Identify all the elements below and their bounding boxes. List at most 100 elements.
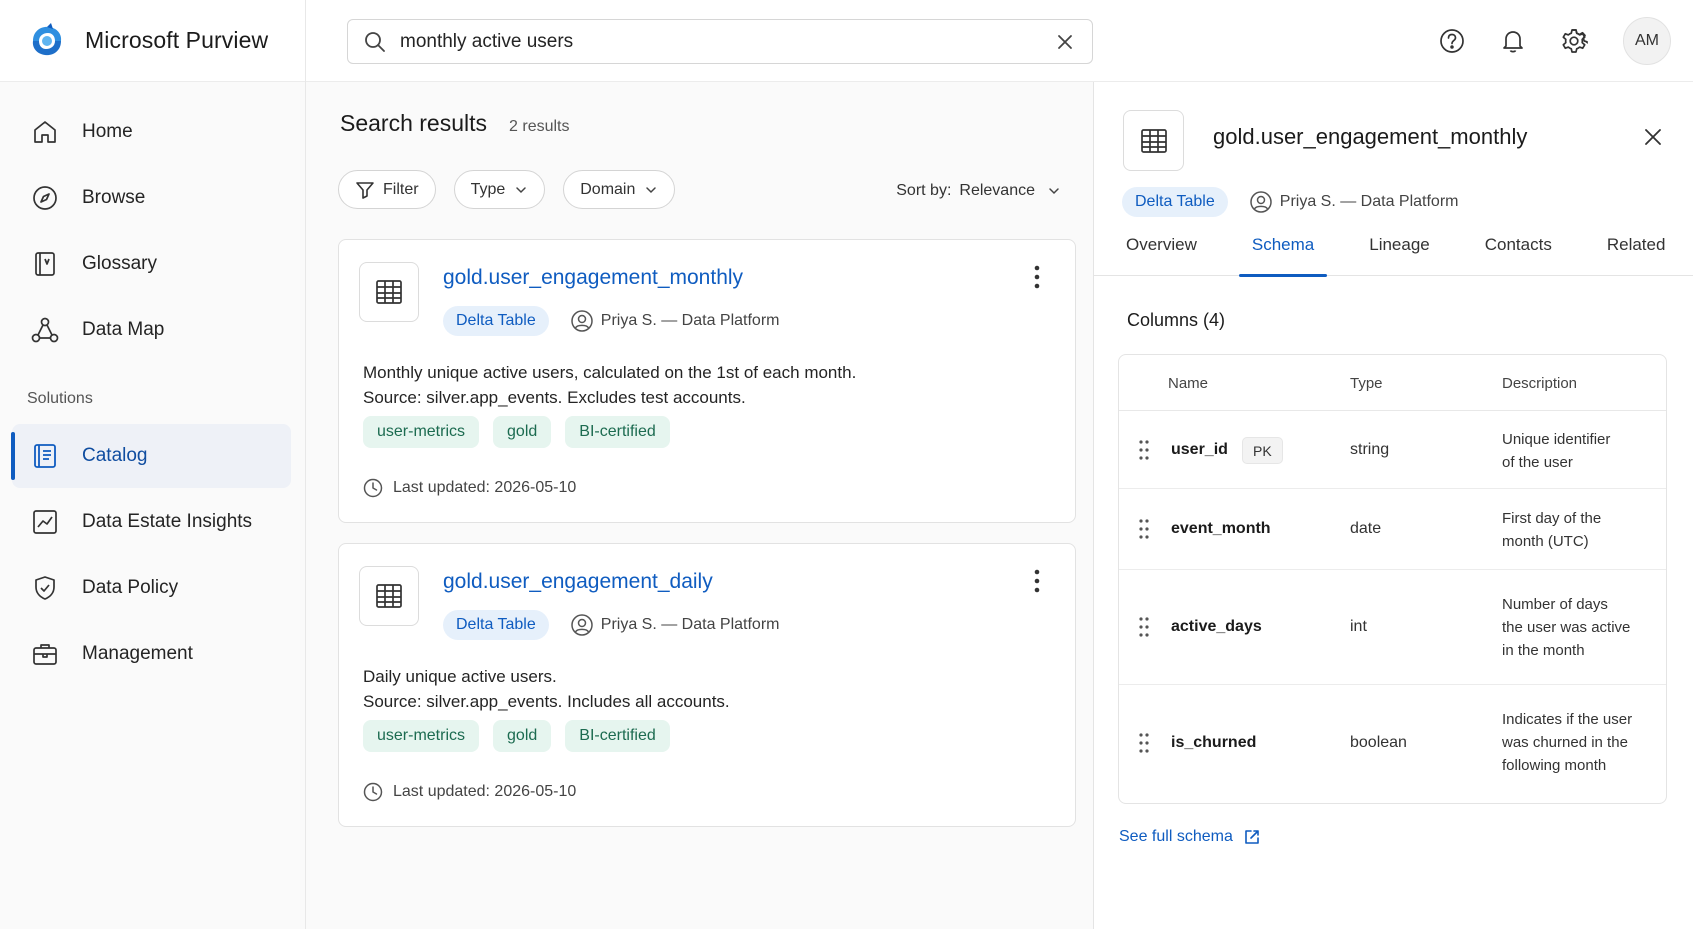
pk-badge: PK	[1242, 437, 1283, 464]
tag[interactable]: user-metrics	[363, 416, 480, 448]
tag[interactable]: gold	[493, 720, 552, 752]
sort-dropdown[interactable]: Sort by: Relevance	[896, 182, 1061, 200]
table-row[interactable]: active_days int Number of days the user …	[1119, 570, 1666, 685]
filter-bar: Filter Type Domain	[338, 170, 693, 209]
drag-handle-icon[interactable]	[1137, 439, 1151, 461]
drag-handle-icon[interactable]	[1137, 732, 1151, 754]
results-count: 2 results	[509, 118, 570, 135]
sidebar-item-data-policy[interactable]: Data Policy	[12, 556, 291, 620]
sidebar-item-management[interactable]: Management	[12, 622, 291, 686]
type-badge: Delta Table	[1122, 187, 1228, 217]
more-options-icon[interactable]	[1027, 566, 1047, 596]
description-line: was churned in the	[1502, 734, 1628, 751]
description-line: following month	[1502, 757, 1607, 774]
last-updated: Last updated: 2026-05-10	[363, 478, 576, 498]
details-panel: gold.user_engagement_monthly Delta Table…	[1093, 82, 1693, 929]
data-map-icon	[30, 315, 60, 345]
description-line: Indicates if the user	[1502, 711, 1633, 728]
description-line: Daily unique active users.	[363, 667, 557, 686]
column-name: user_id	[1171, 441, 1228, 458]
table-row[interactable]: event_month date First day of the month …	[1119, 489, 1666, 570]
person-icon	[1250, 191, 1272, 213]
column-description: First day of the month (UTC)	[1502, 507, 1652, 553]
owner-name: Priya S. — Data Platform	[600, 616, 780, 633]
tag[interactable]: user-metrics	[363, 720, 480, 752]
tab-related[interactable]: Related	[1594, 230, 1679, 276]
description-line: of the user	[1502, 454, 1573, 471]
sidebar-item-data-estate-insights[interactable]: Data Estate Insights	[12, 490, 291, 554]
search-input[interactable]	[400, 30, 1054, 53]
domain-dropdown[interactable]: Domain	[563, 170, 676, 209]
sidebar-item-data-map[interactable]: Data Map	[12, 298, 291, 362]
sidebar-item-label: Data Policy	[82, 577, 179, 598]
tab-overview[interactable]: Overview	[1113, 230, 1210, 276]
schema-table: Name Type Description user_id PK string …	[1118, 354, 1667, 804]
close-icon[interactable]	[1641, 125, 1665, 149]
domain-label: Domain	[580, 180, 636, 198]
description-line: Unique identifier	[1502, 431, 1611, 448]
nav-section-solutions: Solutions	[27, 390, 93, 407]
sort-label: Sort by:	[896, 182, 952, 199]
column-description: Unique identifier of the user	[1502, 428, 1652, 474]
tab-lineage[interactable]: Lineage	[1356, 230, 1443, 276]
description-line: the user was active	[1502, 619, 1631, 636]
description-line: Monthly unique active users, calculated …	[363, 363, 857, 382]
result-description: Daily unique active users. Source: silve…	[363, 664, 730, 714]
tag[interactable]: gold	[493, 416, 552, 448]
column-type: boolean	[1350, 734, 1407, 751]
clear-search-icon[interactable]	[1054, 31, 1076, 53]
sidebar-item-glossary[interactable]: Glossary	[12, 232, 291, 296]
catalog-icon	[30, 441, 60, 471]
owner-name: Priya S. — Data Platform	[1279, 193, 1459, 210]
see-full-schema-link[interactable]: See full schema	[1119, 828, 1261, 846]
filter-label: Filter	[383, 180, 419, 198]
compass-icon	[30, 183, 60, 213]
result-card[interactable]: gold.user_engagement_monthly Delta Table…	[338, 239, 1076, 523]
sidebar-item-home[interactable]: Home	[12, 100, 291, 164]
owner: Priya S. — Data Platform	[1250, 191, 1459, 213]
sidebar-item-browse[interactable]: Browse	[12, 166, 291, 230]
owner-name: Priya S. — Data Platform	[600, 312, 780, 329]
tab-contacts[interactable]: Contacts	[1472, 230, 1565, 276]
owner: Priya S. — Data Platform	[571, 310, 780, 332]
avatar[interactable]: AM	[1623, 17, 1671, 65]
home-icon	[30, 117, 60, 147]
chevron-down-icon	[1049, 188, 1059, 195]
sort-value: Relevance	[959, 182, 1035, 199]
table-row[interactable]: is_churned boolean Indicates if the user…	[1119, 685, 1666, 803]
brand[interactable]: Microsoft Purview	[0, 0, 305, 82]
column-name: event_month	[1171, 520, 1271, 537]
sidebar-item-label: Data Map	[82, 319, 165, 340]
gear-icon[interactable]	[1559, 26, 1589, 56]
type-dropdown[interactable]: Type	[453, 170, 546, 209]
sidebar-item-label: Home	[82, 121, 133, 142]
tag[interactable]: BI-certified	[565, 416, 670, 448]
last-updated: Last updated: 2026-05-10	[363, 782, 576, 802]
tag[interactable]: BI-certified	[565, 720, 670, 752]
description-line: in the month	[1502, 642, 1585, 659]
more-options-icon[interactable]	[1027, 262, 1047, 292]
tab-schema[interactable]: Schema	[1238, 230, 1328, 277]
description-line: month (UTC)	[1502, 533, 1589, 550]
description-line: Source: silver.app_events. Excludes test…	[363, 388, 746, 407]
sidebar-item-label: Management	[82, 643, 193, 664]
result-card[interactable]: gold.user_engagement_daily Delta Table P…	[338, 543, 1076, 827]
external-link-icon	[1245, 830, 1259, 844]
description-line: Source: silver.app_events. Includes all …	[363, 692, 730, 711]
help-icon[interactable]	[1437, 26, 1467, 56]
sidebar-item-label: Glossary	[82, 253, 157, 274]
top-bar: AM	[306, 0, 1693, 82]
chevron-down-icon	[516, 186, 526, 193]
bell-icon[interactable]	[1498, 26, 1528, 56]
drag-handle-icon[interactable]	[1137, 518, 1151, 540]
sidebar-item-catalog[interactable]: Catalog	[11, 424, 291, 488]
result-title-link[interactable]: gold.user_engagement_monthly	[443, 266, 743, 290]
column-type: string	[1350, 441, 1390, 458]
result-title-link[interactable]: gold.user_engagement_daily	[443, 570, 713, 594]
search-box[interactable]	[347, 19, 1093, 64]
drag-handle-icon[interactable]	[1137, 616, 1151, 638]
table-row[interactable]: user_id PK string Unique identifier of t…	[1119, 412, 1666, 489]
filter-button[interactable]: Filter	[338, 170, 436, 209]
main-nav: Home Browse Glossary Data Map Solutions	[0, 82, 305, 686]
table-icon	[359, 262, 419, 322]
